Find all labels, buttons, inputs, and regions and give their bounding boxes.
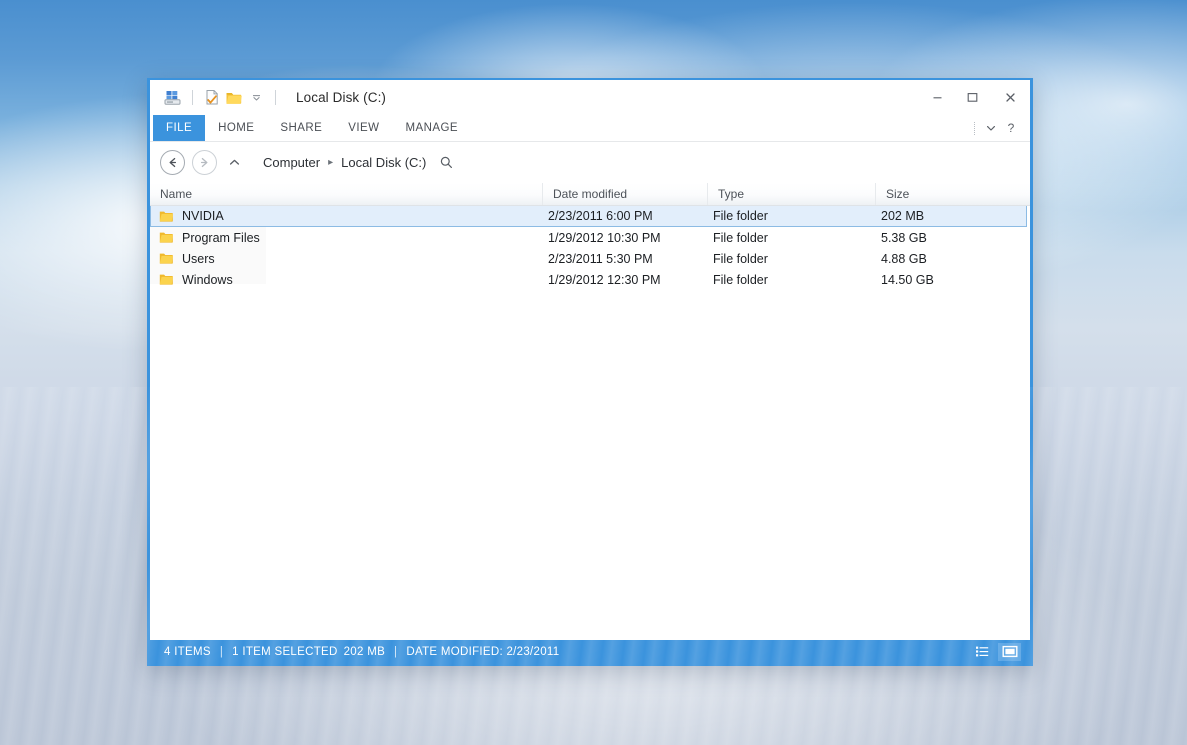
window-controls bbox=[920, 83, 1030, 113]
column-header-row: Name Date modified Type Size bbox=[150, 183, 1030, 206]
title-bar: Local Disk (C:) bbox=[150, 80, 1030, 115]
view-mode-buttons bbox=[971, 642, 1030, 661]
file-name-text: Users bbox=[182, 251, 215, 266]
maximize-button[interactable] bbox=[955, 83, 990, 113]
file-type-cell: File folder bbox=[713, 251, 768, 266]
status-separator-2: | bbox=[394, 645, 398, 658]
folder-icon bbox=[159, 210, 174, 223]
table-row[interactable]: Users 2/23/2011 5:30 PM File folder 4.88… bbox=[150, 248, 1030, 269]
table-row[interactable]: Windows 1/29/2012 12:30 PM File folder 1… bbox=[150, 269, 1030, 290]
file-name-cell: Users bbox=[150, 248, 543, 269]
status-separator-1: | bbox=[219, 645, 224, 658]
column-header-size[interactable]: Size bbox=[876, 183, 1030, 205]
forward-button[interactable] bbox=[192, 150, 217, 175]
breadcrumb-item-local-disk[interactable]: Local Disk (C:) bbox=[340, 155, 427, 170]
file-name-text: Windows bbox=[182, 272, 233, 287]
folder-icon bbox=[159, 231, 174, 244]
status-bar: 4 ITEMS | 1 ITEM SELECTED 202 MB | DATE … bbox=[150, 640, 1030, 663]
ribbon-expand-chevron-down-icon[interactable] bbox=[981, 118, 1001, 138]
file-name-text: Program Files bbox=[182, 230, 260, 245]
column-header-name[interactable]: Name bbox=[150, 183, 543, 205]
table-row[interactable]: Program Files 1/29/2012 10:30 PM File fo… bbox=[150, 227, 1030, 248]
back-button[interactable] bbox=[160, 150, 185, 175]
new-document-icon[interactable] bbox=[201, 87, 223, 109]
item-count-text: 4 ITEMS bbox=[164, 645, 211, 658]
breadcrumb-separator-icon[interactable]: ▸ bbox=[321, 157, 340, 168]
tab-manage[interactable]: MANAGE bbox=[392, 115, 471, 141]
folder-icon bbox=[159, 252, 174, 265]
toolbar-divider bbox=[192, 90, 193, 105]
file-date-cell: 2/23/2011 6:00 PM bbox=[548, 209, 653, 223]
file-date-cell: 1/29/2012 10:30 PM bbox=[548, 230, 661, 245]
file-type-cell: File folder bbox=[713, 230, 768, 245]
file-size-cell: 5.38 GB bbox=[881, 230, 927, 245]
quick-access-chevron-down-icon[interactable] bbox=[245, 87, 267, 109]
drive-properties-icon[interactable] bbox=[162, 87, 184, 109]
selection-size-text: 202 MB bbox=[343, 645, 386, 658]
toolbar-divider-2 bbox=[275, 90, 276, 105]
breadcrumb-item-computer[interactable]: Computer bbox=[262, 155, 321, 170]
window-title: Local Disk (C:) bbox=[296, 90, 387, 105]
file-size-cell: 4.88 GB bbox=[881, 251, 927, 266]
tab-file[interactable]: FILE bbox=[153, 115, 206, 141]
details-view-button[interactable] bbox=[971, 643, 994, 661]
table-row[interactable]: NVIDIA 2/23/2011 6:00 PM File folder 202… bbox=[150, 206, 1027, 227]
column-header-type[interactable]: Type bbox=[708, 183, 876, 205]
tab-home[interactable]: HOME bbox=[205, 115, 267, 141]
ribbon-divider bbox=[974, 121, 975, 135]
file-type-cell: File folder bbox=[713, 272, 768, 287]
file-list[interactable]: NVIDIA 2/23/2011 6:00 PM File folder 202… bbox=[150, 206, 1030, 640]
up-one-level-button[interactable] bbox=[224, 151, 244, 175]
file-size-cell: 202 MB bbox=[881, 209, 925, 223]
file-explorer-window: Local Disk (C:) FILE HOME SHARE VIEW MAN… bbox=[147, 78, 1033, 666]
breadcrumb: Computer ▸ Local Disk (C:) bbox=[262, 155, 454, 170]
file-size-cell: 14.50 GB bbox=[881, 272, 934, 287]
folder-icon bbox=[159, 273, 174, 286]
ribbon-actions: ? bbox=[968, 115, 1030, 141]
close-button[interactable] bbox=[990, 83, 1030, 113]
file-type-cell: File folder bbox=[713, 209, 768, 223]
file-name-cell: Windows bbox=[150, 269, 543, 290]
address-bar: Computer ▸ Local Disk (C:) bbox=[150, 142, 1030, 183]
file-date-cell: 2/23/2011 5:30 PM bbox=[548, 251, 653, 266]
file-name-text: NVIDIA bbox=[182, 209, 224, 223]
desktop-wallpaper: Local Disk (C:) FILE HOME SHARE VIEW MAN… bbox=[0, 0, 1187, 745]
quick-access-toolbar bbox=[150, 87, 284, 109]
file-name-cell: NVIDIA bbox=[151, 206, 543, 226]
help-icon[interactable]: ? bbox=[1001, 118, 1021, 138]
column-header-date-modified[interactable]: Date modified bbox=[543, 183, 708, 205]
file-date-cell: 1/29/2012 12:30 PM bbox=[548, 272, 661, 287]
ribbon-tab-bar: FILE HOME SHARE VIEW MANAGE ? bbox=[150, 115, 1030, 142]
search-icon[interactable] bbox=[439, 155, 454, 170]
minimize-button[interactable] bbox=[920, 83, 955, 113]
new-folder-icon[interactable] bbox=[223, 87, 245, 109]
tab-view[interactable]: VIEW bbox=[335, 115, 392, 141]
file-name-cell: Program Files bbox=[150, 227, 543, 248]
date-modified-text: DATE MODIFIED: 2/23/2011 bbox=[406, 645, 560, 658]
tab-share[interactable]: SHARE bbox=[267, 115, 335, 141]
selection-count-text: 1 ITEM SELECTED bbox=[232, 645, 338, 658]
large-icons-view-button[interactable] bbox=[998, 642, 1021, 661]
